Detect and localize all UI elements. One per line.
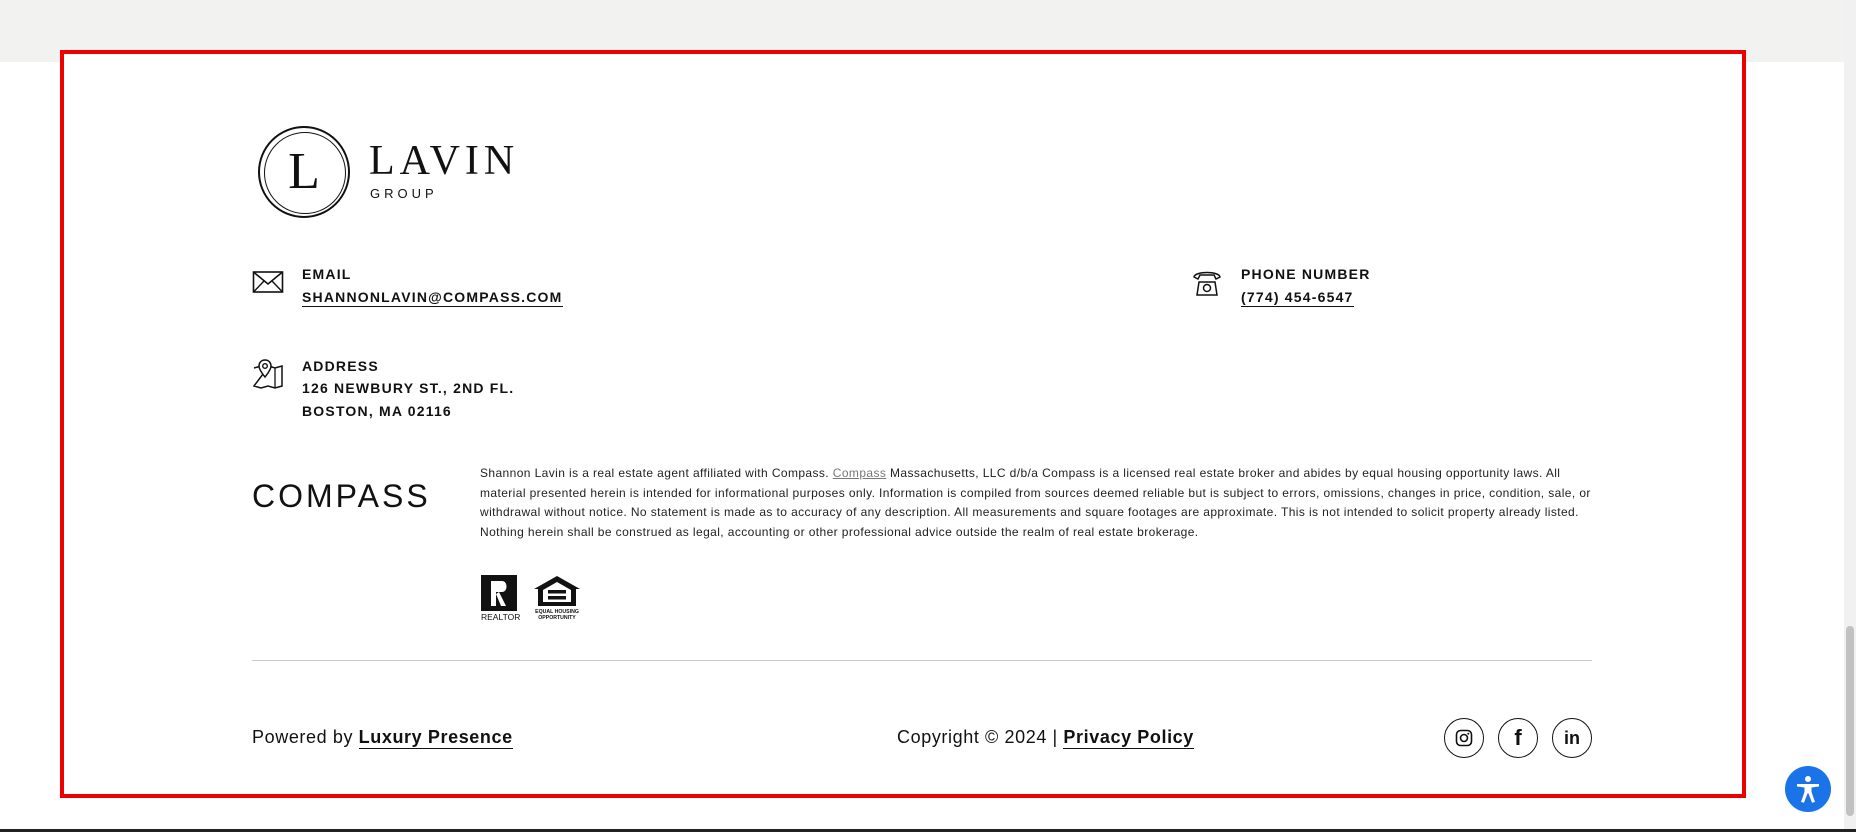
eho-text-2: OPPORTUNITY xyxy=(538,615,576,621)
facebook-button[interactable]: f xyxy=(1498,718,1538,758)
linkedin-button[interactable]: in xyxy=(1552,718,1592,758)
compass-link[interactable]: Compass xyxy=(833,466,886,480)
powered-by: Powered by Luxury Presence xyxy=(252,727,513,749)
address-contact: ADDRESS 126 NEWBURY ST., 2ND FL. BOSTON,… xyxy=(252,358,652,428)
lavin-group-logo[interactable]: L LAVIN GROUP xyxy=(258,126,518,218)
envelope-icon xyxy=(252,271,284,293)
address-line-1: 126 NEWBURY ST., 2ND FL. xyxy=(302,380,515,396)
address-line-2: BOSTON, MA 02116 xyxy=(302,403,452,419)
logo-name: LAVIN xyxy=(369,138,520,184)
scrollbar-track[interactable] xyxy=(1844,0,1856,832)
accessibility-icon xyxy=(1797,776,1819,803)
compass-logo[interactable]: COMPASS xyxy=(252,478,431,515)
realtor-icon: REALTOR xyxy=(481,575,520,622)
instagram-icon xyxy=(1455,729,1473,747)
linkedin-icon: in xyxy=(1564,728,1580,748)
accessibility-button[interactable] xyxy=(1785,766,1831,812)
instagram-button[interactable] xyxy=(1444,718,1484,758)
phone-label: PHONE NUMBER xyxy=(1241,266,1371,282)
copyright-text: Copyright © 2024 | xyxy=(897,727,1064,747)
scrollbar-thumb[interactable] xyxy=(1846,626,1854,816)
powered-by-prefix: Powered by xyxy=(252,727,359,747)
facebook-icon: f xyxy=(1514,725,1522,750)
luxury-presence-link[interactable]: Luxury Presence xyxy=(358,727,513,749)
phone-link[interactable]: (774) 454-6547 xyxy=(1241,289,1354,307)
email-contact: EMAIL SHANNONLAVIN@COMPASS.COM xyxy=(252,266,652,316)
logo-subtitle: GROUP xyxy=(370,186,438,201)
legal-disclaimer: Shannon Lavin is a real estate agent aff… xyxy=(480,464,1592,542)
logo-letter: L xyxy=(288,143,320,200)
telephone-icon xyxy=(1193,271,1221,296)
copyright: Copyright © 2024 | Privacy Policy xyxy=(897,727,1194,749)
privacy-policy-link[interactable]: Privacy Policy xyxy=(1063,727,1194,749)
map-pin-icon xyxy=(252,359,283,389)
realtor-badge-text: REALTOR xyxy=(481,612,520,622)
address-label: ADDRESS xyxy=(302,358,379,374)
disclaimer-text-start: Shannon Lavin is a real estate agent aff… xyxy=(480,466,833,480)
email-link[interactable]: SHANNONLAVIN@COMPASS.COM xyxy=(302,289,563,307)
phone-contact: PHONE NUMBER (774) 454-6547 xyxy=(1191,266,1491,316)
footer-divider xyxy=(252,660,1592,661)
email-label: EMAIL xyxy=(302,266,352,282)
equal-housing-icon: EQUAL HOUSING OPPORTUNITY xyxy=(534,576,580,621)
